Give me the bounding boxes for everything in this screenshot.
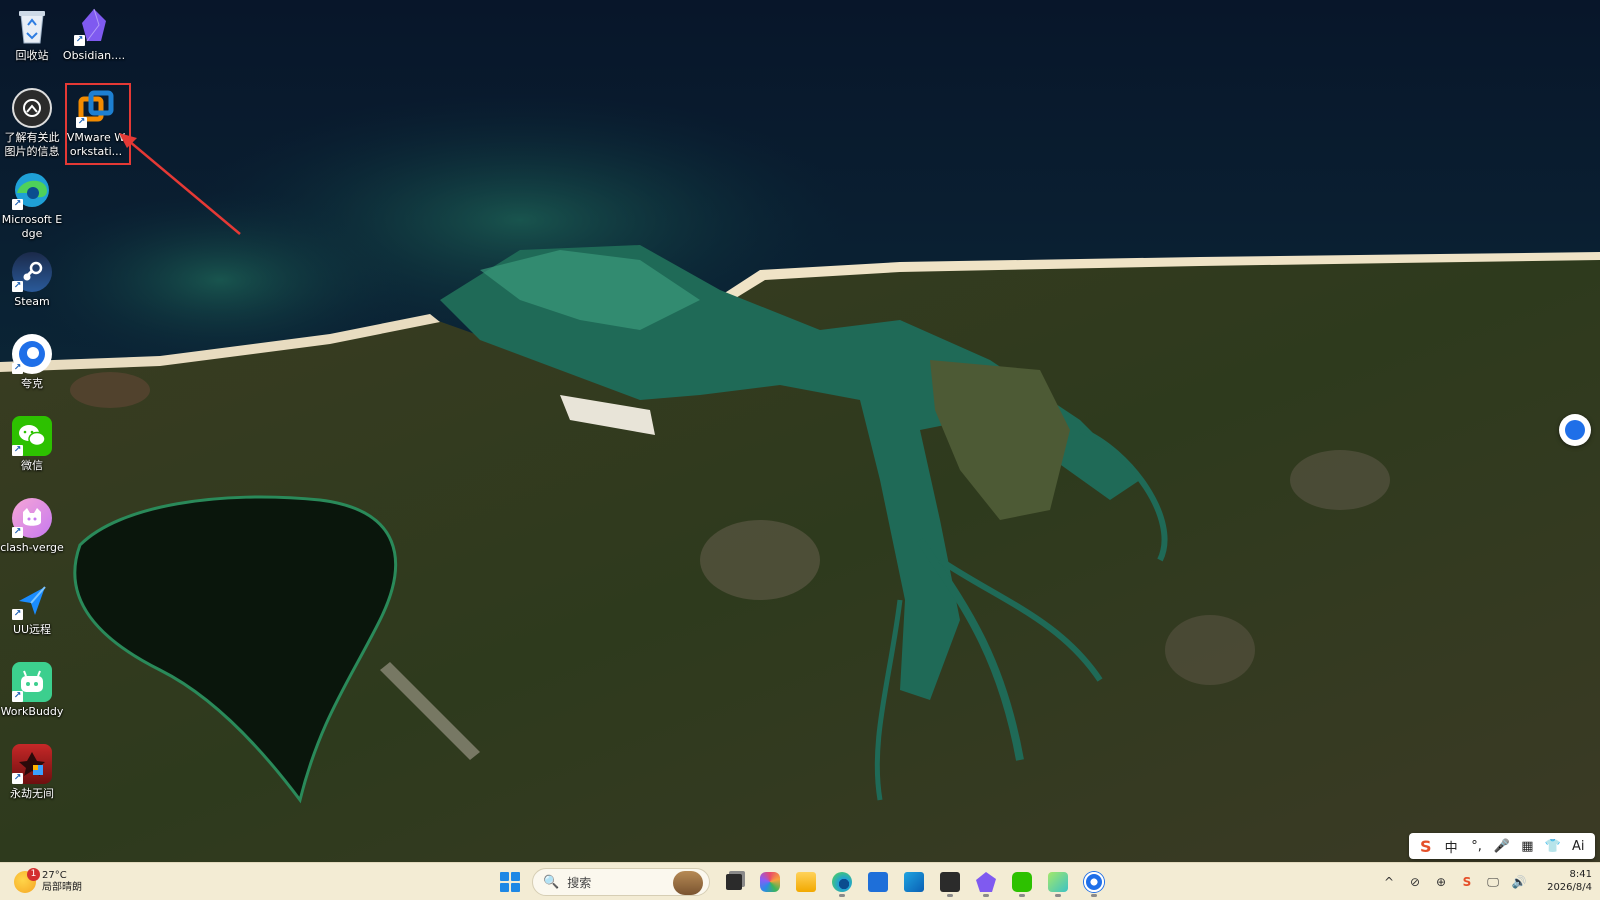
edge-icon: ↗: [12, 170, 52, 210]
search-highlight-owl-icon: [673, 871, 703, 895]
desktop-icon-wechat[interactable]: ↗ 微信: [0, 416, 64, 473]
desktop-icon-quark[interactable]: ↗ 夸克: [0, 334, 64, 391]
taskbar-file-explorer[interactable]: [788, 866, 824, 898]
taskbar-clash[interactable]: [1040, 866, 1076, 898]
taskbar-obsidian[interactable]: [968, 866, 1004, 898]
quark-icon: [1084, 872, 1104, 892]
folder-icon: [796, 872, 816, 892]
desktop-icon-label: UU远程: [12, 623, 52, 636]
shortcut-arrow-icon: ↗: [12, 527, 23, 538]
desktop-icon-label: WorkBuddy: [0, 705, 64, 718]
taskbar-search[interactable]: 🔍 搜索: [532, 868, 710, 896]
ime-skin-icon[interactable]: 👕: [1542, 839, 1564, 854]
taskbar: 1 27°C 局部晴朗 🔍 搜索 ^ ⊘ ⊕ S 🖵 🔊 8:41 2026/8…: [0, 862, 1600, 900]
system-tray: ^ ⊘ ⊕ S 🖵 🔊: [1376, 866, 1532, 898]
desktop-icon-clash-verge[interactable]: ↗ clash-verge: [0, 498, 64, 555]
desktop-icon-obsidian[interactable]: ↗ Obsidian....: [62, 6, 126, 63]
workbuddy-icon: ↗: [12, 662, 52, 702]
desktop-icon-naraka[interactable]: ↗ 永劫无间: [0, 744, 64, 801]
desktop-icon-label: Obsidian....: [62, 49, 126, 62]
store-icon: [868, 872, 888, 892]
outlook-icon: [904, 872, 924, 892]
desktop-icon-label: 夸克: [21, 377, 43, 390]
onedrive-offline-icon[interactable]: ⊘: [1402, 875, 1428, 889]
desktop-icon-steam[interactable]: ↗ Steam: [0, 252, 64, 309]
clash-icon: [1048, 872, 1068, 892]
terminal-icon: [940, 872, 960, 892]
shortcut-arrow-icon: ↗: [12, 199, 23, 210]
weather-widget[interactable]: 1 27°C 局部晴朗: [14, 866, 82, 898]
weather-temperature: 27°C: [42, 870, 67, 881]
ime-chinese-mode[interactable]: 中: [1440, 837, 1462, 856]
uu-remote-icon: ↗: [12, 580, 52, 620]
desktop-icon-label: 了解有关此图片的信息: [4, 131, 60, 158]
show-hidden-icons-chevron-icon[interactable]: ^: [1376, 875, 1402, 889]
desktop-icon-learn-picture[interactable]: 了解有关此图片的信息: [0, 88, 64, 159]
ime-ai-button[interactable]: Ai: [1567, 839, 1589, 854]
volume-icon[interactable]: 🔊: [1506, 875, 1532, 889]
obsidian-icon: ↗: [74, 6, 114, 46]
shortcut-arrow-icon: ↗: [74, 35, 85, 46]
ime-toolbar[interactable]: S 中 °, 🎤 ▦ 👕 Ai: [1409, 833, 1595, 859]
search-placeholder: 搜索: [567, 875, 592, 890]
quark-icon: [1565, 420, 1585, 440]
taskbar-terminal[interactable]: [932, 866, 968, 898]
windows-logo-icon: [500, 872, 520, 892]
microsoft-365-icon: [760, 872, 780, 892]
clock-time: 8:41: [1569, 869, 1592, 880]
clock-date: 2026/8/4: [1547, 882, 1592, 893]
desktop-icon-label: Microsoft Edge: [1, 213, 63, 240]
shortcut-arrow-icon: ↗: [12, 363, 23, 374]
taskbar-wechat[interactable]: [1004, 866, 1040, 898]
taskbar-task-view[interactable]: [716, 866, 752, 898]
ime-keyboard-icon[interactable]: ▦: [1516, 839, 1538, 854]
sogou-logo-icon[interactable]: S: [1415, 837, 1437, 856]
shortcut-arrow-icon: ↗: [12, 281, 23, 292]
floating-assistant-bubble[interactable]: [1559, 414, 1591, 446]
naraka-icon: ↗: [12, 744, 52, 784]
taskbar-clock[interactable]: 8:41 2026/8/4: [1530, 868, 1592, 894]
desktop-icon-label: 回收站: [15, 49, 49, 62]
desktop-icon-uu-remote[interactable]: ↗ UU远程: [0, 580, 64, 637]
taskbar-apps: 🔍 搜索: [492, 866, 1112, 898]
desktop-icon-label: clash-verge: [0, 541, 64, 554]
taskbar-outlook[interactable]: [896, 866, 932, 898]
quark-icon: ↗: [12, 334, 52, 374]
shortcut-arrow-icon: ↗: [12, 445, 23, 456]
obsidian-icon: [976, 872, 996, 892]
clash-verge-icon: ↗: [12, 498, 52, 538]
camera-info-icon: [12, 88, 52, 128]
desktop-icon-workbuddy[interactable]: ↗ WorkBuddy: [0, 662, 64, 719]
ime-voice-icon[interactable]: 🎤: [1491, 839, 1513, 854]
start-button[interactable]: [492, 866, 528, 898]
annotation-arrow: [119, 133, 241, 235]
task-view-icon: [726, 874, 742, 890]
desktop-icon-label: 微信: [21, 459, 43, 472]
weather-sun-icon: 1: [14, 868, 40, 893]
notification-badge: 1: [27, 868, 40, 881]
sogou-tray-icon[interactable]: S: [1454, 875, 1480, 889]
weather-description: 局部晴朗: [42, 882, 82, 893]
taskbar-store[interactable]: [860, 866, 896, 898]
ime-punctuation-toggle[interactable]: °,: [1466, 839, 1488, 854]
wechat-icon: [1012, 872, 1032, 892]
shortcut-arrow-icon: ↗: [12, 609, 23, 620]
steam-icon: ↗: [12, 252, 52, 292]
shortcut-arrow-icon: ↗: [12, 691, 23, 702]
network-icon[interactable]: 🖵: [1480, 875, 1506, 890]
desktop-icon-label: 永劫无间: [10, 787, 54, 800]
wechat-icon: ↗: [12, 416, 52, 456]
recycle-bin-icon: [12, 6, 52, 46]
search-icon: 🔍: [543, 874, 560, 890]
desktop-icon-label: Steam: [14, 295, 50, 308]
shortcut-arrow-icon: ↗: [12, 773, 23, 784]
taskbar-microsoft-365[interactable]: [752, 866, 788, 898]
input-language-icon[interactable]: ⊕: [1428, 875, 1454, 889]
edge-icon: [832, 872, 852, 892]
desktop-icon-edge[interactable]: ↗ Microsoft Edge: [0, 170, 64, 241]
desktop-icon-recycle-bin[interactable]: 回收站: [0, 6, 64, 63]
taskbar-quark[interactable]: [1076, 866, 1112, 898]
taskbar-edge[interactable]: [824, 866, 860, 898]
